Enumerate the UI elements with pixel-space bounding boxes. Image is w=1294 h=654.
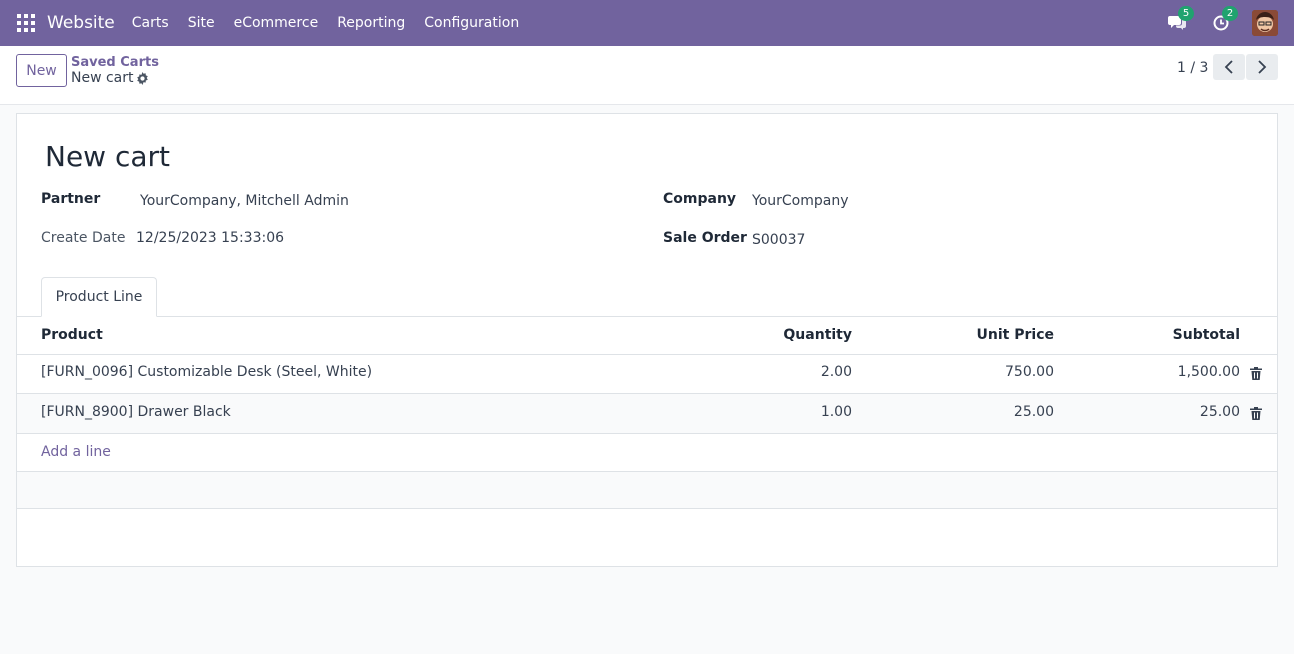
subtotal-cell: 25.00	[1199, 404, 1240, 420]
column-header-unit-price[interactable]: Unit Price	[977, 327, 1054, 343]
top-navbar: Website Carts Site eCommerce Reporting C…	[0, 0, 1294, 46]
user-avatar-icon	[1252, 10, 1278, 36]
company-label: Company	[663, 191, 737, 207]
menu-configuration[interactable]: Configuration	[424, 15, 519, 31]
create-date-field[interactable]: 12/25/2023 15:33:06	[136, 230, 284, 246]
subtotal-cell: 1,500.00	[1177, 364, 1240, 380]
gear-icon[interactable]	[136, 72, 149, 85]
table-header: Product Quantity Unit Price Subtotal	[17, 317, 1277, 355]
pager-value[interactable]: 1 / 3	[1177, 60, 1208, 76]
sale-order-label: Sale Order	[663, 230, 747, 246]
breadcrumb-current: New cart	[71, 70, 134, 86]
table-footer-row	[17, 471, 1277, 509]
pager-previous-button[interactable]	[1213, 54, 1245, 80]
product-cell[interactable]: [FURN_8900] Drawer Black	[41, 404, 231, 420]
control-panel: New Saved Carts New cart 1 / 3	[0, 46, 1294, 105]
record-title[interactable]: New cart	[45, 140, 170, 173]
unit-price-cell[interactable]: 25.00	[1014, 404, 1054, 420]
sale-order-field[interactable]: S00037	[752, 232, 805, 248]
app-brand[interactable]: Website	[47, 13, 115, 33]
messages-button[interactable]: 5	[1166, 6, 1194, 34]
partner-label: Partner	[41, 191, 101, 207]
form-sheet: New cart Partner YourCompany, Mitchell A…	[16, 113, 1278, 567]
user-avatar[interactable]	[1252, 10, 1278, 36]
product-cell[interactable]: [FURN_0096] Customizable Desk (Steel, Wh…	[41, 364, 372, 380]
activities-count-badge: 2	[1222, 6, 1238, 21]
column-header-product[interactable]: Product	[41, 327, 103, 343]
quantity-cell[interactable]: 2.00	[821, 364, 852, 380]
menu-site[interactable]: Site	[188, 15, 215, 31]
partner-field[interactable]: YourCompany, Mitchell Admin	[140, 193, 349, 209]
column-header-subtotal[interactable]: Subtotal	[1173, 327, 1240, 343]
add-a-line-link[interactable]: Add a line	[41, 444, 111, 460]
quantity-cell[interactable]: 1.00	[821, 404, 852, 420]
chevron-left-icon	[1224, 60, 1233, 74]
pager-next-button[interactable]	[1246, 54, 1278, 80]
tab-product-line[interactable]: Product Line	[41, 277, 157, 317]
apps-grid-icon[interactable]	[17, 14, 35, 32]
activities-button[interactable]: 2	[1210, 6, 1238, 34]
menu-carts[interactable]: Carts	[132, 15, 169, 31]
table-row[interactable]: [FURN_0096] Customizable Desk (Steel, Wh…	[17, 354, 1277, 394]
company-field[interactable]: YourCompany	[752, 193, 849, 209]
messages-count-badge: 5	[1178, 6, 1194, 21]
table-row[interactable]: [FURN_8900] Drawer Black 1.00 25.00 25.0…	[17, 394, 1277, 434]
chevron-right-icon	[1258, 60, 1267, 74]
menu-ecommerce[interactable]: eCommerce	[234, 15, 319, 31]
menu-reporting[interactable]: Reporting	[337, 15, 405, 31]
new-button[interactable]: New	[16, 54, 67, 87]
breadcrumb-saved-carts[interactable]: Saved Carts	[71, 55, 159, 70]
trash-icon[interactable]	[1250, 367, 1262, 380]
trash-icon[interactable]	[1250, 407, 1262, 420]
create-date-label: Create Date	[41, 230, 126, 246]
unit-price-cell[interactable]: 750.00	[1005, 364, 1054, 380]
column-header-quantity[interactable]: Quantity	[783, 327, 852, 343]
